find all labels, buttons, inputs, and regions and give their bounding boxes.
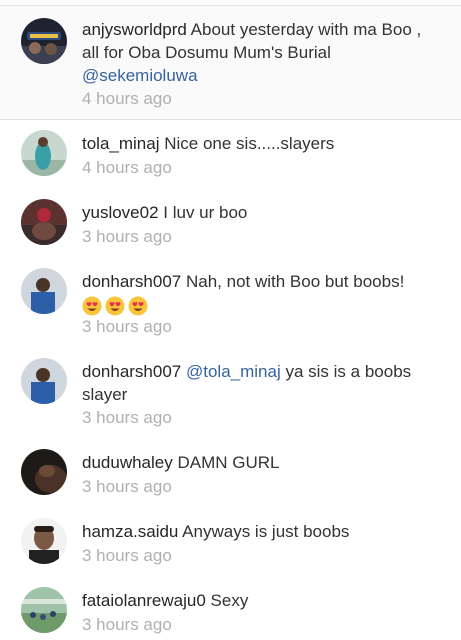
- comment-text: fataiolanrewaju0 Sexy: [82, 589, 442, 612]
- timestamp: 3 hours ago: [82, 317, 172, 336]
- username-link[interactable]: anjysworldprd: [82, 20, 187, 39]
- avatar[interactable]: [21, 18, 67, 64]
- username-link[interactable]: tola_minaj: [82, 134, 160, 153]
- timestamp: 3 hours ago: [82, 546, 172, 565]
- username-link[interactable]: hamza.saidu: [82, 522, 178, 541]
- avatar[interactable]: [21, 199, 67, 245]
- heart-eyes-emoji: [82, 296, 148, 316]
- avatar[interactable]: [21, 268, 67, 314]
- username-link[interactable]: donharsh007: [82, 272, 181, 291]
- comment-text: tola_minaj Nice one sis.....slayers: [82, 132, 442, 155]
- caption-text: anjysworldprd About yesterday with ma Bo…: [82, 18, 442, 87]
- username-link[interactable]: fataiolanrewaju0: [82, 591, 206, 610]
- comment-body: Nice one sis.....slayers: [159, 134, 335, 153]
- avatar[interactable]: [21, 518, 67, 564]
- timestamp: 3 hours ago: [82, 408, 172, 427]
- comment-text: yuslove02 I luv ur boo: [82, 201, 442, 224]
- comment-body: I luv ur boo: [158, 203, 248, 222]
- username-link[interactable]: yuslove02: [82, 203, 159, 222]
- timestamp: 3 hours ago: [82, 477, 172, 496]
- mention-link[interactable]: @sekemioluwa: [82, 66, 198, 85]
- timestamp: 3 hours ago: [82, 227, 172, 246]
- comment-body: Sexy: [205, 591, 249, 610]
- comment-text: hamza.saidu Anyways is just boobs: [82, 520, 442, 543]
- avatar[interactable]: [21, 358, 67, 404]
- comment-text: donharsh007 Nah, not with Boo but boobs!: [82, 270, 442, 316]
- timestamp: 4 hours ago: [82, 158, 172, 177]
- comment-body: Anyways is just boobs: [178, 522, 350, 541]
- avatar[interactable]: [21, 130, 67, 176]
- username-link[interactable]: donharsh007: [82, 362, 181, 381]
- timestamp: 4 hours ago: [82, 89, 172, 108]
- comment-body: DAMN GURL: [172, 453, 280, 472]
- avatar[interactable]: [21, 587, 67, 633]
- avatar[interactable]: [21, 449, 67, 495]
- comment-text: donharsh007 @tola_minaj ya sis is a boob…: [82, 360, 442, 406]
- timestamp: 3 hours ago: [82, 615, 172, 634]
- caption-comment: anjysworldprd About yesterday with ma Bo…: [0, 6, 461, 120]
- comment-text: duduwhaley DAMN GURL: [82, 451, 442, 474]
- username-link[interactable]: duduwhaley: [82, 453, 173, 472]
- mention-link[interactable]: @tola_minaj: [186, 362, 281, 381]
- comment-body: Nah, not with Boo but boobs!: [181, 272, 405, 291]
